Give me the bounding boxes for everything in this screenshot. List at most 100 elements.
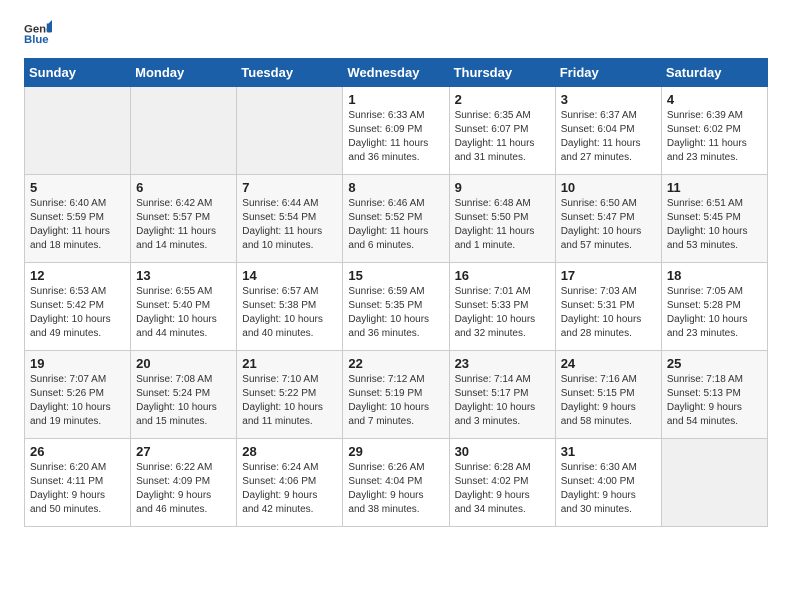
calendar-cell: 4 Sunrise: 6:39 AM Sunset: 6:02 PM Daylig… [661, 87, 767, 175]
cell-content: Sunrise: 7:16 AM Sunset: 5:15 PM Dayligh… [561, 373, 656, 429]
calendar-cell: 30 Sunrise: 6:28 AM Sunset: 4:02 PM Dayli… [449, 439, 555, 527]
day-number: 25 [667, 356, 762, 371]
cell-content: Sunrise: 6:37 AM Sunset: 6:04 PM Dayligh… [561, 109, 656, 165]
day-number: 28 [242, 444, 337, 459]
calendar-table: SundayMondayTuesdayWednesdayThursdayFrid… [24, 58, 768, 527]
day-number: 11 [667, 180, 762, 195]
calendar-cell: 16Sunrise: 7:01 AM Sunset: 5:33 PM Dayli… [449, 263, 555, 351]
cell-content: Sunrise: 6:40 AM Sunset: 5:59 PM Dayligh… [30, 197, 125, 253]
day-number: 19 [30, 356, 125, 371]
weekday-header-tuesday: Tuesday [237, 59, 343, 87]
calendar-cell: 20 Sunrise: 7:08 AM Sunset: 5:24 PM Dayli… [131, 351, 237, 439]
calendar-cell: 6Sunrise: 6:42 AM Sunset: 5:57 PM Daylig… [131, 175, 237, 263]
day-number: 21 [242, 356, 337, 371]
weekday-header-saturday: Saturday [661, 59, 767, 87]
week-row-1: 1Sunrise: 6:33 AM Sunset: 6:09 PM Daylig… [25, 87, 768, 175]
weekday-header-thursday: Thursday [449, 59, 555, 87]
calendar-cell [237, 87, 343, 175]
day-number: 27 [136, 444, 231, 459]
calendar-cell: 26Sunrise: 6:20 AM Sunset: 4:11 PM Dayli… [25, 439, 131, 527]
calendar-cell: 12 Sunrise: 6:53 AM Sunset: 5:42 PM Dayli… [25, 263, 131, 351]
cell-content: Sunrise: 7:08 AM Sunset: 5:24 PM Dayligh… [136, 373, 231, 429]
calendar-cell: 9 Sunrise: 6:48 AM Sunset: 5:50 PM Daylig… [449, 175, 555, 263]
cell-content: Sunrise: 6:55 AM Sunset: 5:40 PM Dayligh… [136, 285, 231, 341]
calendar-cell: 11 Sunrise: 6:51 AM Sunset: 5:45 PM Dayli… [661, 175, 767, 263]
day-number: 30 [455, 444, 550, 459]
day-number: 24 [561, 356, 656, 371]
day-number: 18 [667, 268, 762, 283]
day-number: 10 [561, 180, 656, 195]
cell-content: Sunrise: 6:48 AM Sunset: 5:50 PM Dayligh… [455, 197, 550, 253]
day-number: 15 [348, 268, 443, 283]
cell-content: Sunrise: 6:53 AM Sunset: 5:42 PM Dayligh… [30, 285, 125, 341]
cell-content: Sunrise: 6:30 AM Sunset: 4:00 PM Dayligh… [561, 461, 656, 517]
calendar-cell [25, 87, 131, 175]
cell-content: Sunrise: 6:20 AM Sunset: 4:11 PM Dayligh… [30, 461, 125, 517]
calendar-cell [131, 87, 237, 175]
svg-text:Blue: Blue [24, 34, 49, 46]
calendar-cell: 15 Sunrise: 6:59 AM Sunset: 5:35 PM Dayli… [343, 263, 449, 351]
cell-content: Sunrise: 6:26 AM Sunset: 4:04 PM Dayligh… [348, 461, 443, 517]
cell-content: Sunrise: 6:33 AM Sunset: 6:09 PM Dayligh… [348, 109, 443, 165]
day-number: 23 [455, 356, 550, 371]
week-row-3: 12 Sunrise: 6:53 AM Sunset: 5:42 PM Dayli… [25, 263, 768, 351]
day-number: 3 [561, 92, 656, 107]
calendar-cell: 31 Sunrise: 6:30 AM Sunset: 4:00 PM Dayli… [555, 439, 661, 527]
cell-content: Sunrise: 7:03 AM Sunset: 5:31 PM Dayligh… [561, 285, 656, 341]
day-number: 7 [242, 180, 337, 195]
day-number: 20 [136, 356, 231, 371]
weekday-header-monday: Monday [131, 59, 237, 87]
cell-content: Sunrise: 6:59 AM Sunset: 5:35 PM Dayligh… [348, 285, 443, 341]
calendar-cell: 7 Sunrise: 6:44 AM Sunset: 5:54 PM Daylig… [237, 175, 343, 263]
day-number: 6 [136, 180, 231, 195]
calendar-cell: 22 Sunrise: 7:12 AM Sunset: 5:19 PM Dayli… [343, 351, 449, 439]
day-number: 4 [667, 92, 762, 107]
calendar-cell: 18 Sunrise: 7:05 AM Sunset: 5:28 PM Dayli… [661, 263, 767, 351]
cell-content: Sunrise: 6:51 AM Sunset: 5:45 PM Dayligh… [667, 197, 762, 253]
day-number: 14 [242, 268, 337, 283]
cell-content: Sunrise: 6:24 AM Sunset: 4:06 PM Dayligh… [242, 461, 337, 517]
calendar-cell: 3 Sunrise: 6:37 AM Sunset: 6:04 PM Daylig… [555, 87, 661, 175]
weekday-header-sunday: Sunday [25, 59, 131, 87]
calendar-cell: 14 Sunrise: 6:57 AM Sunset: 5:38 PM Dayli… [237, 263, 343, 351]
day-number: 29 [348, 444, 443, 459]
cell-content: Sunrise: 6:50 AM Sunset: 5:47 PM Dayligh… [561, 197, 656, 253]
cell-content: Sunrise: 7:12 AM Sunset: 5:19 PM Dayligh… [348, 373, 443, 429]
weekday-header-friday: Friday [555, 59, 661, 87]
calendar-cell: 23 Sunrise: 7:14 AM Sunset: 5:17 PM Dayli… [449, 351, 555, 439]
calendar-cell: 24 Sunrise: 7:16 AM Sunset: 5:15 PM Dayli… [555, 351, 661, 439]
cell-content: Sunrise: 6:39 AM Sunset: 6:02 PM Dayligh… [667, 109, 762, 165]
day-number: 16 [455, 268, 550, 283]
calendar-cell: 27Sunrise: 6:22 AM Sunset: 4:09 PM Dayli… [131, 439, 237, 527]
week-row-4: 19 Sunrise: 7:07 AM Sunset: 5:26 PM Dayli… [25, 351, 768, 439]
calendar-cell: 28 Sunrise: 6:24 AM Sunset: 4:06 PM Dayli… [237, 439, 343, 527]
cell-content: Sunrise: 6:35 AM Sunset: 6:07 PM Dayligh… [455, 109, 550, 165]
day-number: 12 [30, 268, 125, 283]
day-number: 8 [348, 180, 443, 195]
calendar-cell: 21 Sunrise: 7:10 AM Sunset: 5:22 PM Dayli… [237, 351, 343, 439]
cell-content: Sunrise: 6:28 AM Sunset: 4:02 PM Dayligh… [455, 461, 550, 517]
day-number: 13 [136, 268, 231, 283]
cell-content: Sunrise: 6:46 AM Sunset: 5:52 PM Dayligh… [348, 197, 443, 253]
cell-content: Sunrise: 6:44 AM Sunset: 5:54 PM Dayligh… [242, 197, 337, 253]
cell-content: Sunrise: 7:10 AM Sunset: 5:22 PM Dayligh… [242, 373, 337, 429]
cell-content: Sunrise: 7:07 AM Sunset: 5:26 PM Dayligh… [30, 373, 125, 429]
day-number: 17 [561, 268, 656, 283]
cell-content: Sunrise: 6:57 AM Sunset: 5:38 PM Dayligh… [242, 285, 337, 341]
calendar-cell: 29 Sunrise: 6:26 AM Sunset: 4:04 PM Dayli… [343, 439, 449, 527]
calendar-cell: 19 Sunrise: 7:07 AM Sunset: 5:26 PM Dayli… [25, 351, 131, 439]
calendar-cell: 13 Sunrise: 6:55 AM Sunset: 5:40 PM Dayli… [131, 263, 237, 351]
day-number: 5 [30, 180, 125, 195]
calendar-cell: 8 Sunrise: 6:46 AM Sunset: 5:52 PM Daylig… [343, 175, 449, 263]
calendar-cell: 17 Sunrise: 7:03 AM Sunset: 5:31 PM Dayli… [555, 263, 661, 351]
day-number: 22 [348, 356, 443, 371]
day-number: 9 [455, 180, 550, 195]
day-number: 2 [455, 92, 550, 107]
header: General Blue [24, 20, 768, 48]
calendar-cell: 10 Sunrise: 6:50 AM Sunset: 5:47 PM Dayli… [555, 175, 661, 263]
cell-content: Sunrise: 7:05 AM Sunset: 5:28 PM Dayligh… [667, 285, 762, 341]
calendar-cell: 1Sunrise: 6:33 AM Sunset: 6:09 PM Daylig… [343, 87, 449, 175]
weekday-header-row: SundayMondayTuesdayWednesdayThursdayFrid… [25, 59, 768, 87]
cell-content: Sunrise: 7:14 AM Sunset: 5:17 PM Dayligh… [455, 373, 550, 429]
day-number: 31 [561, 444, 656, 459]
